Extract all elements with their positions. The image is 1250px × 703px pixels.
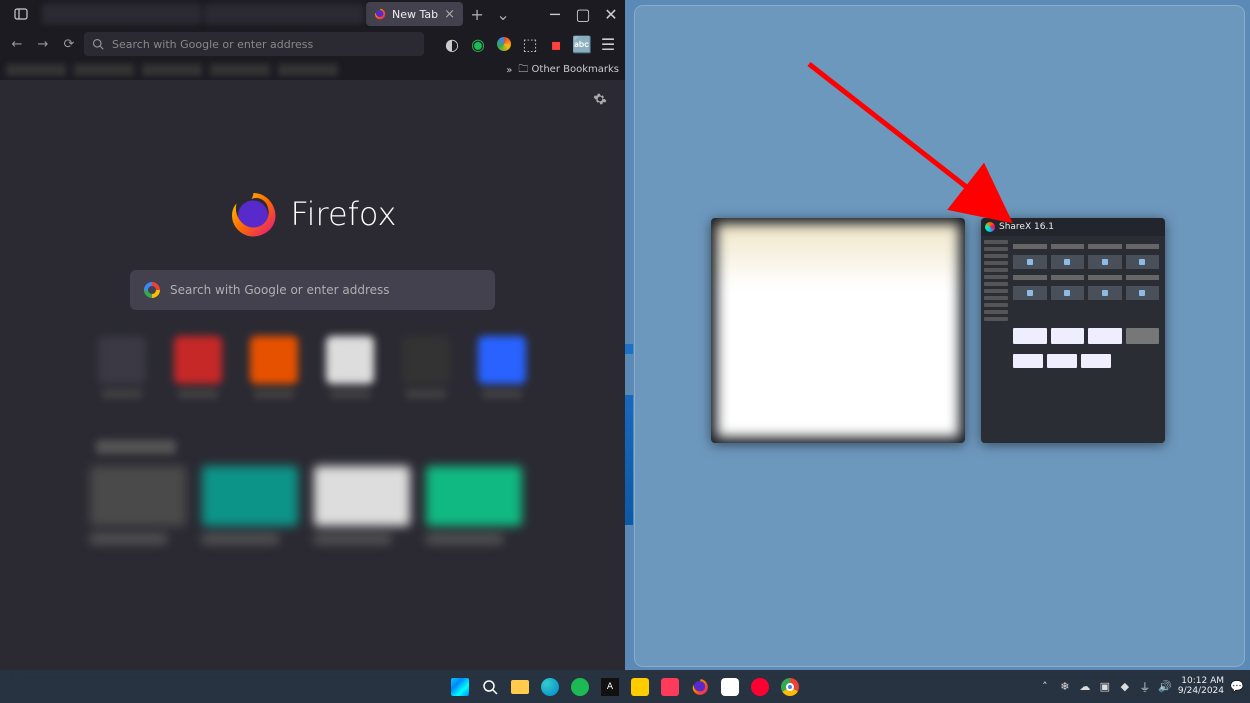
content-card[interactable]	[314, 466, 410, 544]
new-tab-button[interactable]: +	[465, 5, 489, 24]
content-card[interactable]	[202, 466, 298, 544]
firefox-logo-icon	[229, 190, 277, 238]
titlebar: New Tab × + ⌄ ─ ▢ ✕	[0, 0, 625, 28]
firefox-wordmark: Firefox	[291, 195, 397, 233]
tray-wifi-icon[interactable]: ⏚	[1138, 680, 1152, 694]
tray-icon[interactable]: ◆	[1118, 680, 1132, 694]
recommended-cards	[90, 466, 522, 544]
notifications-button[interactable]: 💬	[1230, 680, 1244, 694]
tab-blurred-0[interactable]	[42, 4, 202, 24]
url-bar[interactable]: Search with Google or enter address	[84, 32, 424, 56]
panel-icon	[14, 7, 28, 21]
bookmarks-blurred	[6, 64, 338, 76]
new-tab-content: Firefox Search with Google or enter addr…	[0, 80, 625, 670]
extension-icon-4[interactable]: ▪	[545, 35, 567, 54]
content-card[interactable]	[426, 466, 522, 544]
section-heading-blurred	[96, 440, 176, 454]
tab-new-tab[interactable]: New Tab ×	[366, 2, 463, 26]
taskbar-firefox[interactable]	[689, 676, 711, 698]
bookmarks-overflow-icon[interactable]: »	[506, 65, 512, 76]
taskbar-chrome[interactable]	[779, 676, 801, 698]
taskbar-clock[interactable]: 10:12 AM 9/24/2024	[1178, 677, 1224, 697]
back-button[interactable]: ←	[6, 37, 28, 52]
taskbar-center: A	[449, 676, 801, 698]
shortcut-tile[interactable]	[324, 336, 376, 408]
customize-button[interactable]	[593, 92, 607, 106]
shortcut-tile[interactable]	[96, 336, 148, 408]
window-titlebar: ShareX 16.1	[981, 218, 1165, 236]
maximize-button[interactable]: ▢	[569, 0, 597, 28]
google-icon	[144, 282, 160, 298]
tray-icon[interactable]: ▣	[1098, 680, 1112, 694]
taskbar-app-yellow[interactable]	[629, 676, 651, 698]
taskbar-youtube[interactable]	[749, 676, 771, 698]
tab-strip: New Tab × + ⌄	[42, 0, 541, 28]
shortcut-tile[interactable]	[172, 336, 224, 408]
taskbar-search-button[interactable]	[479, 676, 501, 698]
window-thumbnail-blurred	[717, 224, 959, 437]
desktop-peek	[625, 395, 633, 525]
tray-icon[interactable]: ❄	[1058, 680, 1072, 694]
shortcut-tile[interactable]	[248, 336, 300, 408]
extension-icon-5[interactable]: 🔤	[571, 35, 593, 54]
bookmarks-toolbar: » 🗀 Other Bookmarks	[0, 60, 625, 80]
extension-icon-2[interactable]	[493, 37, 515, 51]
tab-close-button[interactable]: ×	[444, 7, 455, 22]
url-bar-placeholder: Search with Google or enter address	[112, 38, 313, 51]
app-menu-button[interactable]: ☰	[597, 35, 619, 54]
window-title-text: ShareX 16.1	[999, 222, 1054, 232]
taskbar: A ˄ ❄ ☁ ▣ ◆ ⏚ 🔊 10:12 AM 9/24/2024 💬	[0, 670, 1250, 703]
window-thumbnail-body	[981, 236, 1165, 443]
extension-icon-1[interactable]: ◉	[467, 35, 489, 54]
extension-icon-0[interactable]: ◐	[441, 35, 463, 54]
hero-search-box[interactable]: Search with Google or enter address	[130, 270, 495, 310]
system-tray: ˄ ❄ ☁ ▣ ◆ ⏚ 🔊 10:12 AM 9/24/2024 💬	[1038, 677, 1244, 697]
all-tabs-dropdown[interactable]: ⌄	[491, 5, 515, 24]
top-sites	[96, 336, 528, 408]
sharex-icon	[985, 222, 995, 232]
forward-button[interactable]: →	[32, 37, 54, 52]
taskbar-spotify[interactable]	[569, 676, 591, 698]
window-controls: ─ ▢ ✕	[541, 0, 625, 28]
firefox-tab-icon	[374, 8, 386, 20]
firefox-window: New Tab × + ⌄ ─ ▢ ✕ ← → ⟳ Search with Go…	[0, 0, 625, 670]
minimize-button[interactable]: ─	[541, 0, 569, 28]
sidebar-toggle-button[interactable]	[0, 0, 42, 28]
firefox-hero: Firefox	[0, 190, 625, 238]
extension-icon-3[interactable]: ⬚	[519, 35, 541, 54]
shortcut-tile[interactable]	[400, 336, 452, 408]
tray-volume-icon[interactable]: 🔊	[1158, 680, 1172, 694]
snap-candidate-window-0[interactable]	[711, 218, 965, 443]
snap-candidate-window-1[interactable]: ShareX 16.1	[981, 218, 1165, 443]
hero-search-placeholder: Search with Google or enter address	[170, 283, 390, 297]
content-card[interactable]	[90, 466, 186, 544]
taskbar-slack[interactable]	[719, 676, 741, 698]
clock-date: 9/24/2024	[1178, 687, 1224, 697]
desktop-peek	[625, 344, 633, 354]
folder-icon: 🗀	[518, 64, 528, 75]
taskbar-explorer[interactable]	[509, 676, 531, 698]
taskbar-music[interactable]	[659, 676, 681, 698]
shortcut-tile[interactable]	[476, 336, 528, 408]
taskbar-terminal[interactable]: A	[599, 676, 621, 698]
snap-assist-area: ShareX 16.1	[625, 0, 1250, 670]
taskbar-edge[interactable]	[539, 676, 561, 698]
tab-title: New Tab	[392, 8, 438, 21]
search-icon	[92, 38, 104, 50]
reload-button[interactable]: ⟳	[58, 37, 80, 52]
tab-blurred-1[interactable]	[204, 4, 364, 24]
navigation-toolbar: ← → ⟳ Search with Google or enter addres…	[0, 28, 625, 60]
start-button[interactable]	[449, 676, 471, 698]
tray-overflow[interactable]: ˄	[1038, 680, 1052, 694]
other-bookmarks-label: Other Bookmarks	[532, 64, 619, 75]
tray-onedrive-icon[interactable]: ☁	[1078, 680, 1092, 694]
close-button[interactable]: ✕	[597, 0, 625, 28]
other-bookmarks-folder[interactable]: 🗀 Other Bookmarks	[518, 62, 619, 79]
gear-icon	[593, 92, 607, 106]
